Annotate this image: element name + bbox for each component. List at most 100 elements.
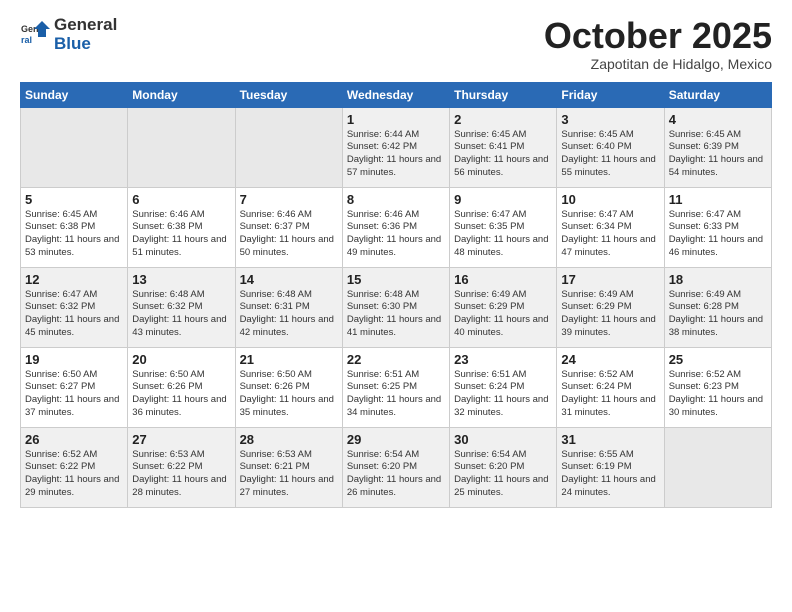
calendar-cell: 23 Sunrise: 6:51 AM Sunset: 6:24 PM Dayli…	[450, 347, 557, 427]
day-number: 4	[669, 112, 767, 127]
calendar-cell: 18 Sunrise: 6:49 AM Sunset: 6:28 PM Dayli…	[664, 267, 771, 347]
day-info: Sunrise: 6:45 AM Sunset: 6:40 PM Dayligh…	[561, 129, 659, 180]
calendar-cell	[21, 107, 128, 187]
calendar-cell: 16 Sunrise: 6:49 AM Sunset: 6:29 PM Dayli…	[450, 267, 557, 347]
day-info: Sunrise: 6:47 AM Sunset: 6:34 PM Dayligh…	[561, 209, 659, 260]
day-info: Sunrise: 6:49 AM Sunset: 6:28 PM Dayligh…	[669, 289, 767, 340]
calendar-cell: 14Sunrise: 6:48 AM Sunset: 6:31 PM Dayli…	[235, 267, 342, 347]
weekday-header-row: SundayMondayTuesdayWednesdayThursdayFrid…	[21, 82, 772, 107]
day-number: 13	[132, 272, 230, 287]
day-info: Sunrise: 6:53 AM Sunset: 6:21 PM Dayligh…	[240, 449, 338, 500]
day-number: 18	[669, 272, 767, 287]
day-number: 17	[561, 272, 659, 287]
day-number: 9	[454, 192, 552, 207]
calendar-cell: 1Sunrise: 6:44 AM Sunset: 6:42 PM Daylig…	[342, 107, 449, 187]
calendar-week-row: 12 Sunrise: 6:47 AM Sunset: 6:32 PM Dayli…	[21, 267, 772, 347]
month-title: October 2025	[544, 16, 772, 56]
day-number: 12	[25, 272, 123, 287]
day-info: Sunrise: 6:52 AM Sunset: 6:23 PM Dayligh…	[669, 369, 767, 420]
calendar-cell: 26 Sunrise: 6:52 AM Sunset: 6:22 PM Dayli…	[21, 427, 128, 507]
day-info: Sunrise: 6:52 AM Sunset: 6:24 PM Dayligh…	[561, 369, 659, 420]
calendar-cell: 15 Sunrise: 6:48 AM Sunset: 6:30 PM Dayli…	[342, 267, 449, 347]
calendar-week-row: 5 Sunrise: 6:45 AM Sunset: 6:38 PM Daylig…	[21, 187, 772, 267]
calendar-cell: 11 Sunrise: 6:47 AM Sunset: 6:33 PM Dayli…	[664, 187, 771, 267]
header: Gene ral General Blue October 2025 Zapot…	[20, 16, 772, 72]
calendar-cell: 9 Sunrise: 6:47 AM Sunset: 6:35 PM Daylig…	[450, 187, 557, 267]
logo-icon: Gene ral	[20, 19, 52, 51]
day-number: 7	[240, 192, 338, 207]
day-info: Sunrise: 6:48 AM Sunset: 6:31 PM Dayligh…	[240, 289, 338, 340]
day-info: Sunrise: 6:50 AM Sunset: 6:26 PM Dayligh…	[132, 369, 230, 420]
day-info: Sunrise: 6:52 AM Sunset: 6:22 PM Dayligh…	[25, 449, 123, 500]
calendar-week-row: 19Sunrise: 6:50 AM Sunset: 6:27 PM Dayli…	[21, 347, 772, 427]
logo-blue: Blue	[54, 35, 117, 54]
calendar-cell	[664, 427, 771, 507]
day-info: Sunrise: 6:49 AM Sunset: 6:29 PM Dayligh…	[561, 289, 659, 340]
calendar-cell: 3Sunrise: 6:45 AM Sunset: 6:40 PM Daylig…	[557, 107, 664, 187]
weekday-header-thursday: Thursday	[450, 82, 557, 107]
calendar-cell	[128, 107, 235, 187]
title-block: October 2025 Zapotitan de Hidalgo, Mexic…	[544, 16, 772, 72]
day-info: Sunrise: 6:51 AM Sunset: 6:25 PM Dayligh…	[347, 369, 445, 420]
page: Gene ral General Blue October 2025 Zapot…	[0, 0, 792, 612]
day-number: 24	[561, 352, 659, 367]
day-info: Sunrise: 6:54 AM Sunset: 6:20 PM Dayligh…	[347, 449, 445, 500]
calendar-cell: 22Sunrise: 6:51 AM Sunset: 6:25 PM Dayli…	[342, 347, 449, 427]
calendar-cell: 29 Sunrise: 6:54 AM Sunset: 6:20 PM Dayli…	[342, 427, 449, 507]
calendar-cell: 10 Sunrise: 6:47 AM Sunset: 6:34 PM Dayli…	[557, 187, 664, 267]
logo-text-block: General Blue	[54, 16, 117, 53]
day-info: Sunrise: 6:47 AM Sunset: 6:32 PM Dayligh…	[25, 289, 123, 340]
day-info: Sunrise: 6:50 AM Sunset: 6:27 PM Dayligh…	[25, 369, 123, 420]
calendar-cell: 2 Sunrise: 6:45 AM Sunset: 6:41 PM Daylig…	[450, 107, 557, 187]
day-number: 1	[347, 112, 445, 127]
day-number: 26	[25, 432, 123, 447]
calendar-cell: 31Sunrise: 6:55 AM Sunset: 6:19 PM Dayli…	[557, 427, 664, 507]
day-info: Sunrise: 6:45 AM Sunset: 6:38 PM Dayligh…	[25, 209, 123, 260]
day-number: 15	[347, 272, 445, 287]
day-info: Sunrise: 6:46 AM Sunset: 6:37 PM Dayligh…	[240, 209, 338, 260]
calendar-cell: 17 Sunrise: 6:49 AM Sunset: 6:29 PM Dayli…	[557, 267, 664, 347]
calendar-cell: 30Sunrise: 6:54 AM Sunset: 6:20 PM Dayli…	[450, 427, 557, 507]
day-number: 30	[454, 432, 552, 447]
day-info: Sunrise: 6:48 AM Sunset: 6:32 PM Dayligh…	[132, 289, 230, 340]
svg-text:ral: ral	[21, 35, 32, 45]
calendar-cell: 27 Sunrise: 6:53 AM Sunset: 6:22 PM Dayli…	[128, 427, 235, 507]
weekday-header-monday: Monday	[128, 82, 235, 107]
calendar-table: SundayMondayTuesdayWednesdayThursdayFrid…	[20, 82, 772, 508]
day-number: 31	[561, 432, 659, 447]
calendar-cell	[235, 107, 342, 187]
calendar-cell: 4 Sunrise: 6:45 AM Sunset: 6:39 PM Daylig…	[664, 107, 771, 187]
calendar-cell: 24 Sunrise: 6:52 AM Sunset: 6:24 PM Dayli…	[557, 347, 664, 427]
day-number: 27	[132, 432, 230, 447]
day-info: Sunrise: 6:50 AM Sunset: 6:26 PM Dayligh…	[240, 369, 338, 420]
weekday-header-friday: Friday	[557, 82, 664, 107]
day-number: 11	[669, 192, 767, 207]
day-number: 2	[454, 112, 552, 127]
day-info: Sunrise: 6:47 AM Sunset: 6:35 PM Dayligh…	[454, 209, 552, 260]
day-number: 5	[25, 192, 123, 207]
calendar-cell: 28 Sunrise: 6:53 AM Sunset: 6:21 PM Dayli…	[235, 427, 342, 507]
day-info: Sunrise: 6:48 AM Sunset: 6:30 PM Dayligh…	[347, 289, 445, 340]
calendar-cell: 25Sunrise: 6:52 AM Sunset: 6:23 PM Dayli…	[664, 347, 771, 427]
day-info: Sunrise: 6:51 AM Sunset: 6:24 PM Dayligh…	[454, 369, 552, 420]
day-number: 10	[561, 192, 659, 207]
day-number: 23	[454, 352, 552, 367]
logo: Gene ral General Blue	[20, 16, 117, 53]
day-number: 28	[240, 432, 338, 447]
day-number: 16	[454, 272, 552, 287]
day-info: Sunrise: 6:53 AM Sunset: 6:22 PM Dayligh…	[132, 449, 230, 500]
day-info: Sunrise: 6:46 AM Sunset: 6:36 PM Dayligh…	[347, 209, 445, 260]
weekday-header-saturday: Saturday	[664, 82, 771, 107]
day-info: Sunrise: 6:47 AM Sunset: 6:33 PM Dayligh…	[669, 209, 767, 260]
calendar-cell: 13 Sunrise: 6:48 AM Sunset: 6:32 PM Dayli…	[128, 267, 235, 347]
day-number: 21	[240, 352, 338, 367]
weekday-header-sunday: Sunday	[21, 82, 128, 107]
day-info: Sunrise: 6:45 AM Sunset: 6:39 PM Dayligh…	[669, 129, 767, 180]
day-number: 20	[132, 352, 230, 367]
calendar-cell: 12 Sunrise: 6:47 AM Sunset: 6:32 PM Dayli…	[21, 267, 128, 347]
calendar-week-row: 1Sunrise: 6:44 AM Sunset: 6:42 PM Daylig…	[21, 107, 772, 187]
day-info: Sunrise: 6:45 AM Sunset: 6:41 PM Dayligh…	[454, 129, 552, 180]
calendar-cell: 21 Sunrise: 6:50 AM Sunset: 6:26 PM Dayli…	[235, 347, 342, 427]
day-number: 29	[347, 432, 445, 447]
day-info: Sunrise: 6:49 AM Sunset: 6:29 PM Dayligh…	[454, 289, 552, 340]
